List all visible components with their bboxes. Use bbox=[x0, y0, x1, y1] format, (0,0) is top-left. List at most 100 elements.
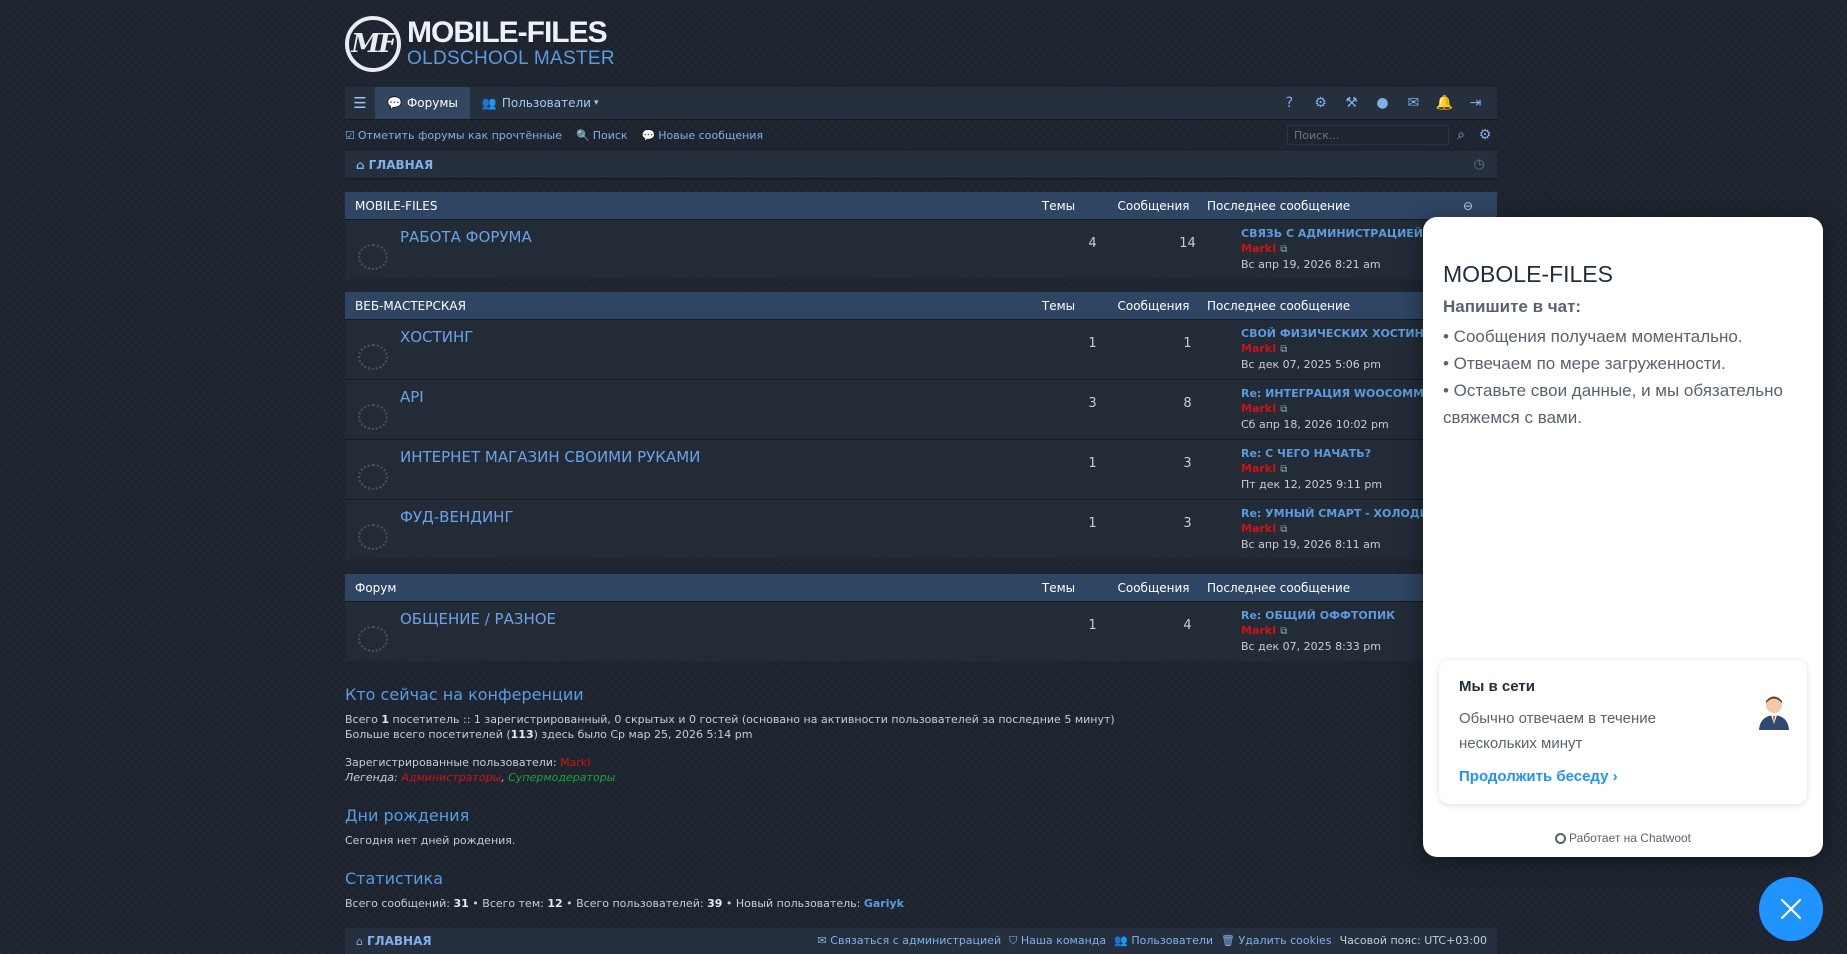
site-logo[interactable]: MF MOBILE-FILES OLDSCHOOL MASTER bbox=[345, 14, 615, 74]
stats-text: Всего сообщений: 31 • Всего тем: 12 • Вс… bbox=[345, 897, 904, 910]
clock-icon: ◷ bbox=[1473, 157, 1485, 172]
last-post-author[interactable]: MarkI bbox=[1241, 342, 1276, 355]
view-latest-icon[interactable]: ⧉ bbox=[1280, 344, 1287, 355]
forum-name[interactable]: РАБОТА ФОРУМА bbox=[400, 220, 1045, 279]
powered-by-chatwoot[interactable]: Работает на Chatwoot bbox=[1423, 831, 1823, 845]
last-post-author[interactable]: MarkI bbox=[1241, 242, 1276, 255]
newest-user-link[interactable]: Gariyk bbox=[864, 897, 904, 910]
search-link[interactable]: 🔍 Поиск bbox=[576, 129, 628, 142]
forum-row: API 3 8 Re: ИНТЕГРАЦИЯ WOOCOMMERCE MarkI… bbox=[345, 379, 1497, 439]
continue-conversation-button[interactable]: Продолжить беседу › bbox=[1459, 768, 1618, 785]
forum-name[interactable]: API bbox=[400, 380, 1045, 439]
tab-forums[interactable]: 💬 Форумы bbox=[375, 87, 470, 119]
category-web-workshop: ВЕБ-МАСТЕРСКАЯ Темы Сообщения Последнее … bbox=[345, 292, 1497, 559]
users-icon: 👥 bbox=[481, 96, 497, 110]
tab-users[interactable]: 👥 Пользователи ▾ bbox=[470, 87, 611, 119]
footer-bar: ⌂ ГЛАВНАЯ ✉ Связаться с администрацией ⛉… bbox=[345, 928, 1497, 954]
chat-status-title: Мы в сети bbox=[1459, 678, 1535, 695]
forum-read-icon bbox=[357, 403, 388, 430]
main-navbar: ☰ 💬 Форумы 👥 Пользователи ▾ ? ⚙ ⚒ ● ✉ 🔔 … bbox=[345, 87, 1497, 120]
forum-posts-count: 3 bbox=[1183, 456, 1192, 471]
members-link[interactable]: 👥 Пользователи bbox=[1114, 934, 1213, 948]
forum-topics-count: 4 bbox=[1088, 236, 1097, 251]
footer-home-link[interactable]: ГЛАВНАЯ bbox=[367, 934, 432, 948]
advanced-search-icon[interactable]: ⚙ bbox=[1473, 127, 1497, 143]
help-icon[interactable]: ? bbox=[1274, 95, 1305, 111]
forum-row: ОБЩЕНИЕ / РАЗНОЕ 1 4 Re: ОБЩИЙ ОФФТОПИК … bbox=[345, 601, 1497, 661]
home-icon: ⌂ bbox=[356, 934, 363, 948]
search-input[interactable] bbox=[1287, 125, 1449, 145]
legend-admins[interactable]: Администраторы bbox=[401, 771, 501, 784]
legend-mods[interactable]: Супермодераторы bbox=[508, 771, 615, 784]
category-header: MOBILE-FILES Темы Сообщения Последнее со… bbox=[345, 192, 1497, 219]
new-posts-link[interactable]: 💬 Новые сообщения bbox=[642, 129, 764, 142]
last-post-author[interactable]: MarkI bbox=[1241, 522, 1276, 535]
view-latest-icon[interactable]: ⧉ bbox=[1280, 524, 1287, 535]
gavel-icon[interactable]: ⚒ bbox=[1336, 95, 1367, 111]
mark-forums-read-label: Отметить форумы как прочтённые bbox=[357, 128, 562, 142]
view-latest-icon[interactable]: ⧉ bbox=[1280, 404, 1287, 415]
forum-name[interactable]: ИНТЕРНЕТ МАГАЗИН СВОИМИ РУКАМИ bbox=[400, 440, 1045, 499]
search-link-label: Поиск bbox=[592, 128, 628, 142]
chatwoot-logo-icon bbox=[1554, 833, 1566, 844]
last-post-author[interactable]: MarkI bbox=[1241, 462, 1276, 475]
sign-out-icon[interactable]: ⇥ bbox=[1460, 95, 1491, 111]
chat-intro-line: • Сообщения получаем моментально. bbox=[1443, 327, 1743, 346]
chevron-down-icon: ▾ bbox=[593, 98, 599, 108]
users-icon: 👥 bbox=[1114, 934, 1132, 947]
view-latest-icon[interactable]: ⧉ bbox=[1280, 626, 1287, 637]
timezone-text: Часовой пояс: UTC+03:00 bbox=[1339, 934, 1487, 947]
forum-name[interactable]: ХОСТИНГ bbox=[400, 320, 1045, 379]
posts-column-header: Сообщения bbox=[1117, 298, 1190, 313]
birthdays-text: Сегодня нет дней рождения. bbox=[345, 834, 516, 847]
breadcrumb: ⌂ ГЛАВНАЯ ◷ bbox=[345, 151, 1497, 179]
category-title[interactable]: Форум bbox=[345, 581, 1011, 595]
category-title[interactable]: ВЕБ-МАСТЕРСКАЯ bbox=[345, 299, 1011, 313]
chat-close-button[interactable] bbox=[1759, 877, 1823, 941]
forum-name[interactable]: ОБЩЕНИЕ / РАЗНОЕ bbox=[400, 602, 1045, 661]
bell-icon[interactable]: 🔔 bbox=[1429, 95, 1460, 111]
stats-title: Статистика bbox=[345, 869, 443, 888]
posts-column-header: Сообщения bbox=[1117, 198, 1190, 213]
search-submit-icon[interactable]: ⌕ bbox=[1449, 127, 1473, 143]
forum-posts-count: 14 bbox=[1179, 236, 1196, 251]
forum-topics-count: 1 bbox=[1088, 618, 1097, 633]
shield-icon: ⛉ bbox=[1009, 934, 1021, 947]
collapse-icon[interactable]: ⊖ bbox=[1463, 199, 1497, 213]
chevron-right-icon: › bbox=[1612, 768, 1618, 785]
category-header: ВЕБ-МАСТЕРСКАЯ Темы Сообщения Последнее … bbox=[345, 292, 1497, 319]
forum-topics-count: 1 bbox=[1088, 516, 1097, 531]
mark-forums-read-link[interactable]: ☑ Отметить форумы как прочтённые bbox=[345, 129, 562, 142]
quick-links-bar: ☑ Отметить форумы как прочтённые 🔍 Поиск… bbox=[345, 124, 1497, 146]
forum-topics-count: 1 bbox=[1088, 456, 1097, 471]
delete-cookies-link[interactable]: 🗑 Удалить cookies bbox=[1221, 934, 1332, 948]
view-latest-icon[interactable]: ⧉ bbox=[1280, 464, 1287, 475]
envelope-icon: ✉ bbox=[817, 934, 831, 947]
last-post-author[interactable]: MarkI bbox=[1241, 402, 1276, 415]
last-post-author[interactable]: MarkI bbox=[1241, 624, 1276, 637]
topics-column-header: Темы bbox=[1041, 198, 1076, 213]
tab-users-label: Пользователи bbox=[501, 96, 591, 110]
online-title[interactable]: Кто сейчас на конференции bbox=[345, 685, 584, 704]
chat-widget: MOBOLE-FILES Напишите в чат: • Сообщения… bbox=[1423, 217, 1823, 857]
menu-icon[interactable]: ☰ bbox=[345, 87, 375, 119]
search-icon: 🔍 bbox=[576, 128, 590, 142]
breadcrumb-home[interactable]: ГЛАВНАЯ bbox=[369, 158, 434, 172]
view-latest-icon[interactable]: ⧉ bbox=[1280, 244, 1287, 255]
new-posts-label: Новые сообщения bbox=[658, 128, 764, 142]
cogs-icon[interactable]: ⚙ bbox=[1305, 95, 1336, 111]
forum-read-icon bbox=[357, 243, 388, 270]
online-user-link[interactable]: MarkI bbox=[560, 756, 590, 769]
contact-admin-link[interactable]: ✉ Связаться с администрацией bbox=[818, 934, 1002, 948]
category-title[interactable]: MOBILE-FILES bbox=[345, 199, 1011, 213]
forum-name[interactable]: ФУД-ВЕНДИНГ bbox=[400, 500, 1045, 559]
forum-row: ИНТЕРНЕТ МАГАЗИН СВОИМИ РУКАМИ 1 3 Re: С… bbox=[345, 439, 1497, 499]
forum-posts-count: 8 bbox=[1183, 396, 1192, 411]
topics-column-header: Темы bbox=[1041, 298, 1076, 313]
forum-row: ХОСТИНГ 1 1 СВОЙ ФИЗИЧЕСКИХ ХОСТИНГ Mark… bbox=[345, 319, 1497, 379]
forum-topics-count: 1 bbox=[1088, 336, 1097, 351]
user-icon[interactable]: ● bbox=[1367, 95, 1398, 111]
logo-title: MOBILE-FILES bbox=[407, 16, 608, 49]
inbox-icon[interactable]: ✉ bbox=[1398, 95, 1429, 111]
team-link[interactable]: ⛉ Наша команда bbox=[1009, 934, 1106, 948]
